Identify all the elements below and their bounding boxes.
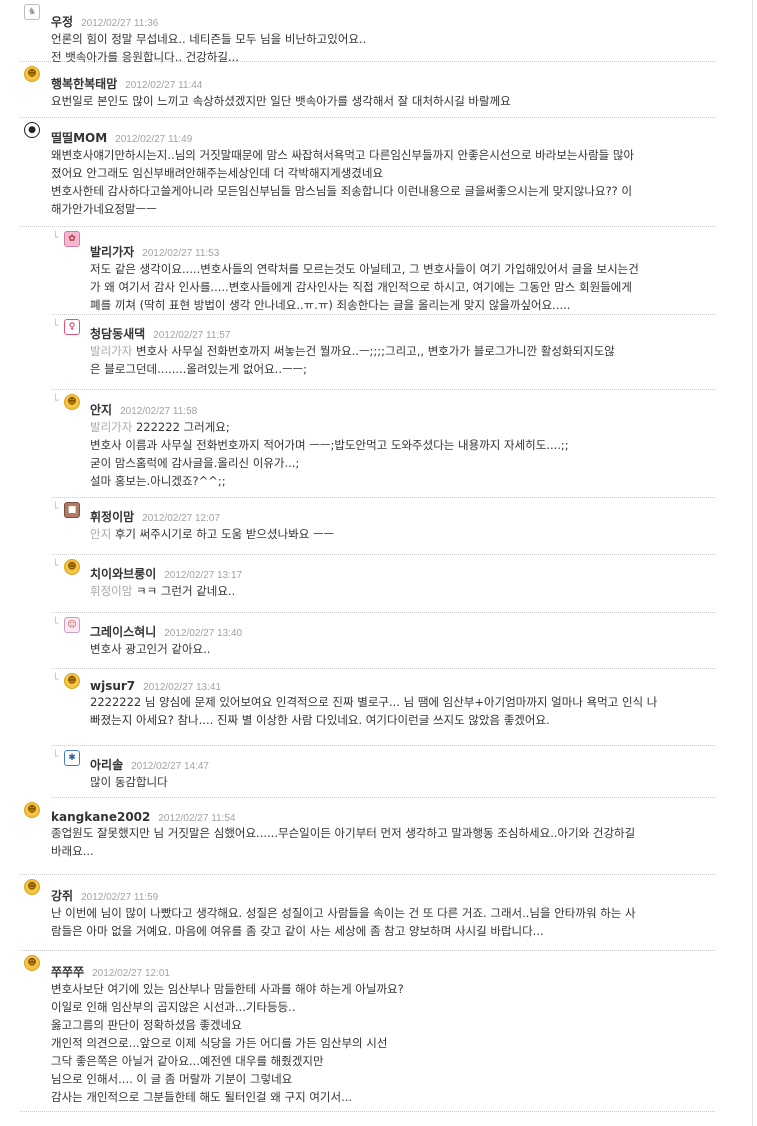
reply-date: 2012/02/27 11:58 [120, 406, 198, 417]
smiley-icon: ☻ [64, 559, 80, 575]
photo-icon: ■ [64, 502, 80, 518]
reply-author[interactable]: 발리가자 [90, 245, 134, 259]
reply-text: 변호사 광고인거 같아요.. [90, 642, 211, 656]
comment-date: 2012/02/27 11:36 [81, 18, 159, 29]
comment-author[interactable]: 강쥐 [51, 889, 73, 903]
reply-mention: 휘정이맘 [90, 584, 133, 598]
comment-text: 왜변호사얘기만하시는지..님의 거짓말때문에 맘스 싸잡혀서욕먹고 다른임신부들… [51, 148, 635, 216]
reply-mention: 발리가자 [90, 344, 133, 358]
reply-item: └ ☺ 그레이스혀니 2012/02/27 13:40 변호사 광고인거 같아요.… [52, 613, 715, 669]
comment-item: ☻ 강쥐 2012/02/27 11:59 난 이번에 님이 많이 나빴다고 생각… [20, 875, 715, 951]
smiley-icon: ☻ [64, 394, 80, 410]
reply-item: └ ☻ 치이와브룽이 2012/02/27 13:17 휘정이맘 ㅋㅋ 그런거 같… [52, 555, 715, 613]
comment-text: 요번일로 본인도 많이 느끼고 속상하셨겠지만 일단 뱃속아가를 생각해서 잘 … [51, 94, 511, 108]
reply-item: └ ☻ wjsur7 2012/02/27 13:41 2222222 님 양심에… [52, 669, 715, 746]
reply-text: 안지 후기 써주시기로 하고 도움 받으셨나봐요 ㅡㅡ [90, 527, 335, 541]
reply-arrow-icon: └ [52, 559, 59, 572]
unicorn-icon: ♞ [24, 4, 40, 20]
reply-text: 저도 같은 생각이요.....변호사들의 연락처를 모르는것도 아닐테고, 그 … [90, 262, 639, 312]
comment-list: ♞ 우정 2012/02/27 11:36 언론의 힘이 정말 무섭네요.. 네티… [0, 0, 740, 1112]
reply-arrow-icon: └ [52, 394, 59, 407]
reply-arrow-icon: └ [52, 502, 59, 515]
comment-date: 2012/02/27 11:59 [81, 892, 159, 903]
reply-date: 2012/02/27 11:53 [142, 248, 220, 259]
smiley-icon: ☻ [24, 955, 40, 971]
smiley-icon: ☻ [24, 66, 40, 82]
reply-date: 2012/02/27 11:57 [153, 330, 231, 341]
comment-item: ☻ 쭈쭈쭈 2012/02/27 12:01 변호사보단 여기에 있는 임산부나 … [20, 951, 715, 1112]
reply-item: └ ♀ 청담동새댁 2012/02/27 11:57 발리가자 변호사 사무실 전… [52, 315, 715, 390]
reply-author[interactable]: 안지 [90, 403, 112, 417]
comment-text: 언론의 힘이 정말 무섭네요.. 네티즌들 모두 님을 비난하고있어요.. 전 … [51, 32, 367, 64]
comment-item: ☻ kangkane2002 2012/02/27 11:54 종업원도 잘못했지… [20, 798, 715, 875]
reply-author[interactable]: 청담동새댁 [90, 327, 145, 341]
reply-arrow-icon: └ [52, 617, 59, 630]
reply-arrow-icon: └ [52, 319, 59, 332]
comment-author[interactable]: 쭈쭈쭈 [51, 965, 84, 979]
reply-text: 발리가자 변호사 사무실 전화번호까지 써놓는건 뭘까요..ㅡ;;;;그리고,,… [90, 344, 615, 376]
panda-icon: ● [24, 122, 40, 138]
comment-text: 난 이번에 님이 많이 나빴다고 생각해요. 성질은 성질이고 사람들을 속이는… [51, 906, 636, 938]
comment-item: ☻ 행복한복태맘 2012/02/27 11:44 요번일로 본인도 많이 느끼고… [20, 62, 715, 118]
comment-author[interactable]: kangkane2002 [51, 810, 150, 824]
reply-arrow-icon: └ [52, 231, 59, 244]
comment-text: 변호사보단 여기에 있는 임산부나 맘들한테 사과를 해야 하는게 아닐까요? … [51, 982, 404, 1104]
comment-date: 2012/02/27 11:54 [158, 813, 236, 824]
reply-arrow-icon: └ [52, 750, 59, 763]
reply-item: └ ☻ 안지 2012/02/27 11:58 발리가자 222222 그러게요;… [52, 390, 715, 498]
comment-author[interactable]: 행복한복태맘 [51, 77, 117, 91]
reply-date: 2012/02/27 13:17 [164, 570, 243, 581]
smiley-icon: ☻ [24, 879, 40, 895]
reply-mention: 안지 [90, 527, 112, 541]
reply-date: 2012/02/27 13:41 [143, 682, 222, 693]
comment-author[interactable]: 우정 [51, 15, 73, 29]
comment-date: 2012/02/27 12:01 [92, 968, 170, 979]
flower-icon: ✿ [64, 231, 80, 247]
reply-author[interactable]: 치이와브룽이 [90, 567, 156, 581]
reply-mention: 발리가자 [90, 420, 133, 434]
comment-item: ♞ 우정 2012/02/27 11:36 언론의 힘이 정말 무섭네요.. 네티… [20, 0, 715, 64]
reply-text: 많이 동감합니다 [90, 775, 168, 789]
reply-item: └ ✿ 발리가자 2012/02/27 11:53 저도 같은 생각이요.....… [52, 227, 715, 315]
comment-author[interactable]: 띨띨MOM [51, 131, 107, 145]
girl-icon: ♀ [64, 319, 80, 335]
reply-date: 2012/02/27 13:40 [164, 628, 243, 639]
reply-date: 2012/02/27 12:07 [142, 513, 221, 524]
reply-arrow-icon: └ [52, 673, 59, 686]
smiley-icon: ☻ [24, 802, 40, 818]
reply-date: 2012/02/27 14:47 [131, 761, 209, 772]
reply-author[interactable]: 아리솔 [90, 758, 123, 772]
comment-date: 2012/02/27 11:49 [115, 134, 193, 145]
reply-item: └ ✱ 아리솔 2012/02/27 14:47 많이 동감합니다 [52, 746, 715, 798]
cat-icon: ☺ [64, 617, 80, 633]
coral-icon: ✱ [64, 750, 80, 766]
comment-item: ● 띨띨MOM 2012/02/27 11:49 왜변호사얘기만하시는지..님의 … [20, 118, 715, 227]
comment-text: 종업원도 잘못했지만 님 거짓말은 심했어요......무슨일이든 아기부터 먼… [51, 826, 636, 858]
reply-text: 발리가자 222222 그러게요; 변호사 이름과 사무실 전화번호까지 적어가… [90, 420, 569, 488]
reply-author[interactable]: wjsur7 [90, 679, 135, 693]
reply-text: 2222222 님 양심에 문제 있어보여요 인격적으로 진짜 별로구... 님… [90, 695, 658, 727]
reply-author[interactable]: 그레이스혀니 [90, 625, 156, 639]
comment-date: 2012/02/27 11:44 [125, 80, 203, 91]
reply-text: 휘정이맘 ㅋㅋ 그런거 같네요.. [90, 584, 236, 598]
reply-author[interactable]: 휘정이맘 [90, 510, 134, 524]
reply-item: └ ■ 휘정이맘 2012/02/27 12:07 안지 후기 써주시기로 하고 … [52, 498, 715, 555]
smiley-icon: ☻ [64, 673, 80, 689]
